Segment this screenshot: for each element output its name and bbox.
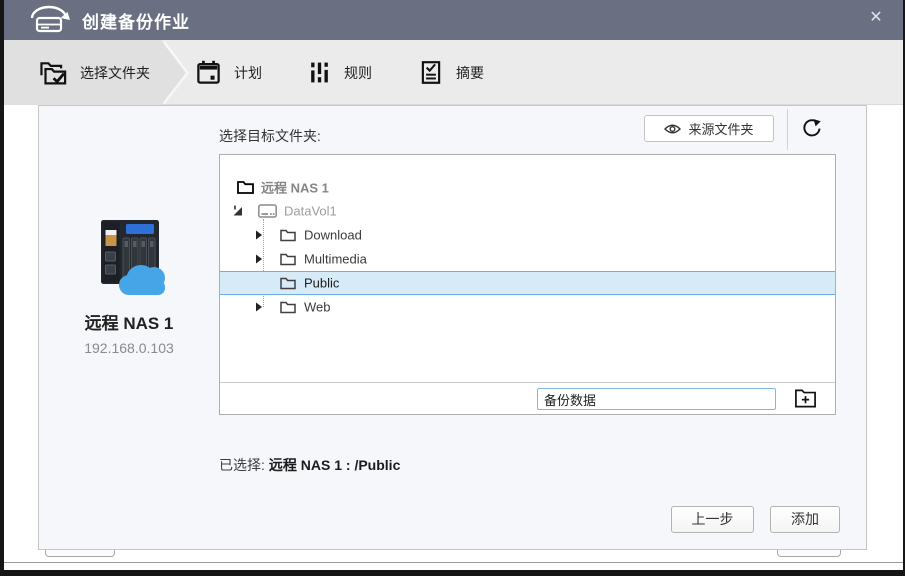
tree-node-download[interactable]: Download	[220, 223, 835, 247]
remote-nas-icon	[89, 218, 169, 300]
remote-nas-name: 远程 NAS 1	[39, 309, 219, 334]
collapsed-arrow-icon[interactable]	[256, 255, 262, 264]
folders-check-icon	[38, 59, 68, 87]
remote-nas-ip: 192.168.0.103	[39, 340, 219, 356]
target-folder-tree: 远程 NAS 1 DataVol1	[219, 154, 836, 415]
tree-node-datavol1[interactable]: DataVol1	[220, 199, 835, 223]
selected-path-line: 已选择:远程 NAS 1 : /Public	[219, 455, 400, 475]
collapsed-arrow-icon[interactable]	[256, 231, 262, 240]
select-folder-page: 选择目标文件夹: 来源文件夹	[38, 105, 867, 550]
divider	[787, 109, 788, 150]
tab-summary[interactable]: 摘要	[418, 40, 484, 105]
tree-node-public[interactable]: Public	[220, 271, 835, 295]
tree-node-web[interactable]: Web	[220, 295, 835, 319]
new-folder-name-input[interactable]	[537, 388, 776, 410]
folder-icon	[280, 253, 296, 266]
tab-rules[interactable]: 规则	[307, 40, 372, 105]
selected-path: 远程 NAS 1 : /Public	[269, 457, 400, 473]
calendar-icon	[195, 59, 222, 86]
previous-button[interactable]: 上一步	[671, 506, 754, 533]
tab-select-folder-label: 选择文件夹	[80, 63, 150, 83]
refresh-icon[interactable]	[800, 118, 822, 140]
close-icon[interactable]: ✕	[865, 7, 887, 29]
new-folder-icon[interactable]	[794, 387, 817, 410]
target-folder-heading: 选择目标文件夹:	[219, 126, 321, 146]
tree-node-multimedia[interactable]: Multimedia	[220, 247, 835, 271]
summary-doc-icon	[418, 59, 444, 86]
source-folder-button-label: 来源文件夹	[688, 119, 753, 138]
folder-icon	[280, 277, 296, 290]
tab-schedule-label: 计划	[234, 63, 262, 83]
eye-icon	[664, 123, 681, 135]
folder-icon	[237, 180, 254, 194]
create-backup-job-dialog: 创建备份作业 ✕ 选择文件夹 计划	[4, 0, 903, 563]
collapsed-arrow-icon[interactable]	[256, 303, 262, 312]
expanded-arrow-icon[interactable]	[233, 206, 243, 217]
background-button-stub	[777, 549, 841, 557]
tab-schedule[interactable]: 计划	[195, 40, 262, 105]
volume-icon	[258, 204, 277, 218]
folder-icon	[280, 229, 296, 242]
selected-label: 已选择:	[219, 457, 265, 473]
tree-toolbar	[220, 382, 835, 414]
wizard-stepbar: 选择文件夹 计划 规则	[4, 40, 903, 105]
dialog-title: 创建备份作业	[82, 8, 190, 33]
remote-nas-block: 远程 NAS 1 192.168.0.103	[39, 218, 219, 356]
sliders-icon	[307, 60, 332, 85]
background-button-stub	[45, 549, 115, 557]
tab-rules-label: 规则	[344, 63, 372, 83]
dialog-titlebar: 创建备份作业 ✕	[4, 0, 903, 40]
source-folder-button[interactable]: 来源文件夹	[644, 115, 774, 142]
tab-summary-label: 摘要	[456, 63, 484, 83]
backup-restore-icon	[26, 5, 72, 35]
tab-select-folder[interactable]: 选择文件夹	[38, 40, 150, 105]
add-button[interactable]: 添加	[770, 506, 840, 533]
tree-node-remote-nas[interactable]: 远程 NAS 1	[220, 175, 835, 199]
folder-icon	[280, 301, 296, 314]
